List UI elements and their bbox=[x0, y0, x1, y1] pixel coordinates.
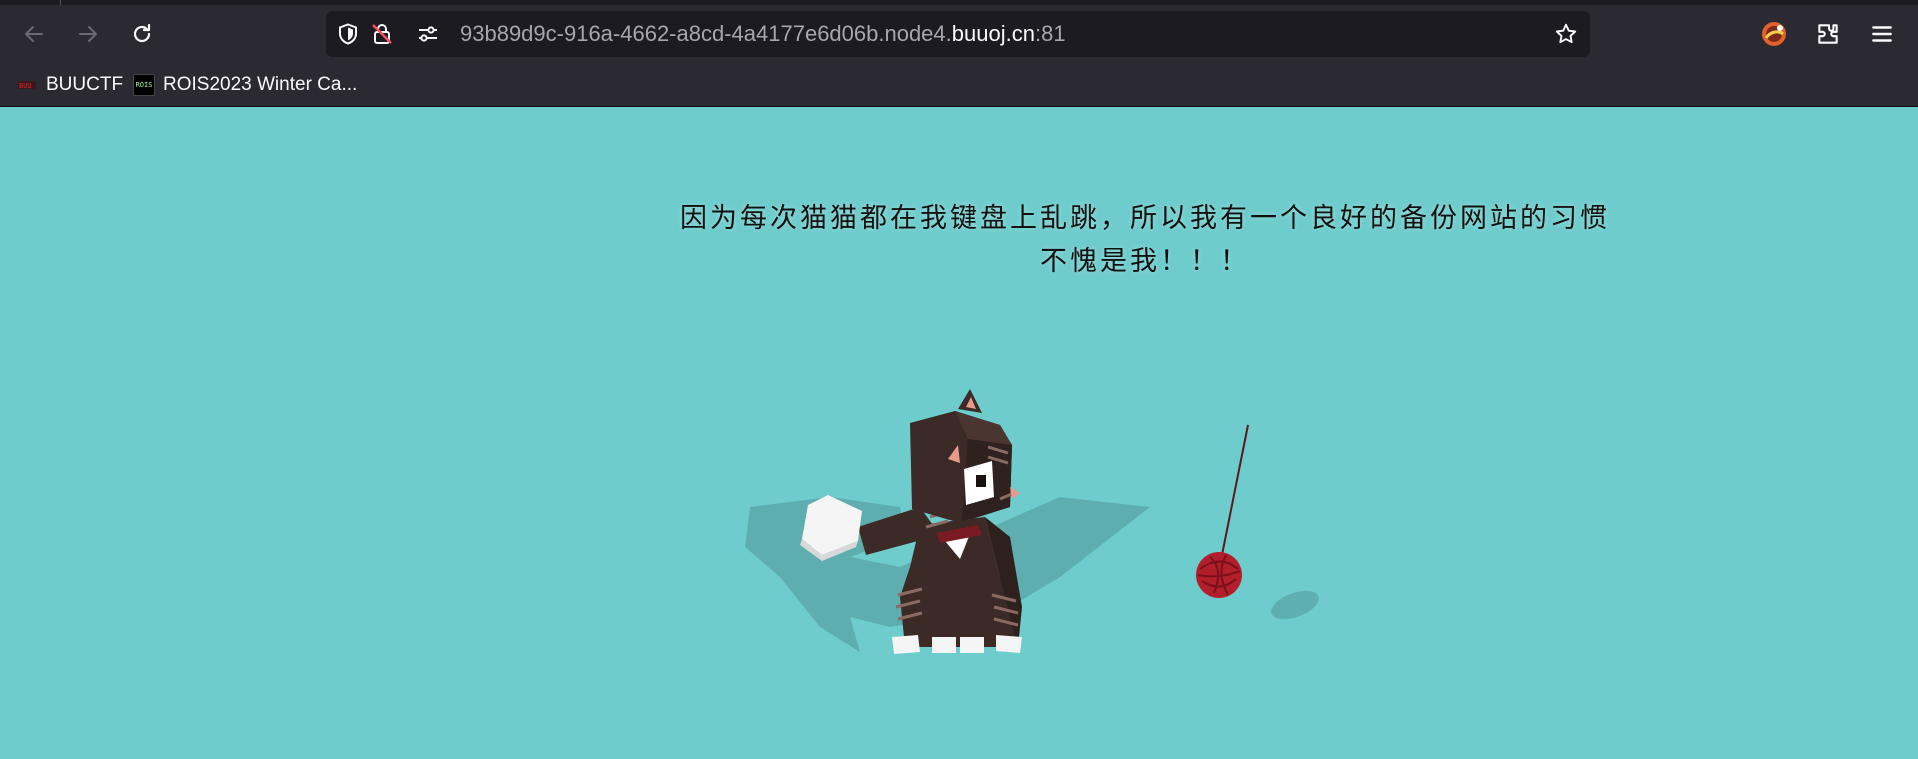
forward-button[interactable] bbox=[69, 15, 107, 53]
arrow-left-icon bbox=[25, 26, 43, 42]
extensions-icon[interactable] bbox=[1811, 17, 1845, 51]
bookmark-rois[interactable]: ROIS ROIS2023 Winter Ca... bbox=[133, 71, 357, 99]
cat-scene bbox=[745, 389, 1319, 654]
shield-icon[interactable] bbox=[336, 22, 360, 46]
address-bar[interactable]: 93b89d9c-916a-4662-a8cd-4a4177e6d06b.nod… bbox=[326, 11, 1590, 57]
extension-avatar-icon[interactable] bbox=[1757, 17, 1791, 51]
back-button[interactable] bbox=[15, 15, 53, 53]
buuctf-favicon-icon: BUU bbox=[16, 74, 38, 96]
url-text[interactable]: 93b89d9c-916a-4662-a8cd-4a4177e6d06b.nod… bbox=[460, 22, 1066, 46]
permissions-icon[interactable] bbox=[416, 22, 440, 46]
browser-chrome: 93b89d9c-916a-4662-a8cd-4a4177e6d06b.nod… bbox=[0, 0, 1918, 107]
bookmark-label: BUUCTF bbox=[46, 74, 124, 95]
cat-eye bbox=[976, 475, 986, 487]
cat-nose bbox=[1010, 487, 1020, 499]
url-domain: buuoj.cn bbox=[951, 21, 1035, 46]
bookmark-buuctf[interactable]: BUU BUUCTF bbox=[16, 71, 123, 99]
svg-text:BUU: BUU bbox=[19, 82, 32, 90]
yarn-ball[interactable] bbox=[1196, 424, 1249, 598]
page-content: 因为每次猫猫都在我键盘上乱跳，所以我有一个良好的备份网站的习惯 不愧是我！！！ bbox=[0, 107, 1918, 759]
menu-icon[interactable] bbox=[1865, 17, 1899, 51]
rois-favicon-icon: ROIS bbox=[133, 74, 155, 96]
url-port: :81 bbox=[1034, 21, 1066, 46]
reload-icon bbox=[133, 23, 151, 43]
navigation-toolbar: 93b89d9c-916a-4662-a8cd-4a4177e6d06b.nod… bbox=[0, 5, 1918, 63]
insecure-lock-icon[interactable] bbox=[370, 22, 394, 46]
reload-button[interactable] bbox=[123, 15, 161, 53]
bookmark-star-icon[interactable] bbox=[1554, 22, 1578, 46]
bookmark-label: ROIS2023 Winter Ca... bbox=[163, 74, 358, 95]
yarn-string bbox=[1221, 424, 1249, 556]
bookmarks-toolbar: BUU BUUCTF ROIS ROIS2023 Winter Ca... bbox=[0, 67, 1918, 103]
arrow-right-icon bbox=[79, 26, 97, 42]
yarn-shadow bbox=[1271, 590, 1319, 620]
url-prefix: 93b89d9c-916a-4662-a8cd-4a4177e6d06b.nod… bbox=[460, 21, 952, 46]
